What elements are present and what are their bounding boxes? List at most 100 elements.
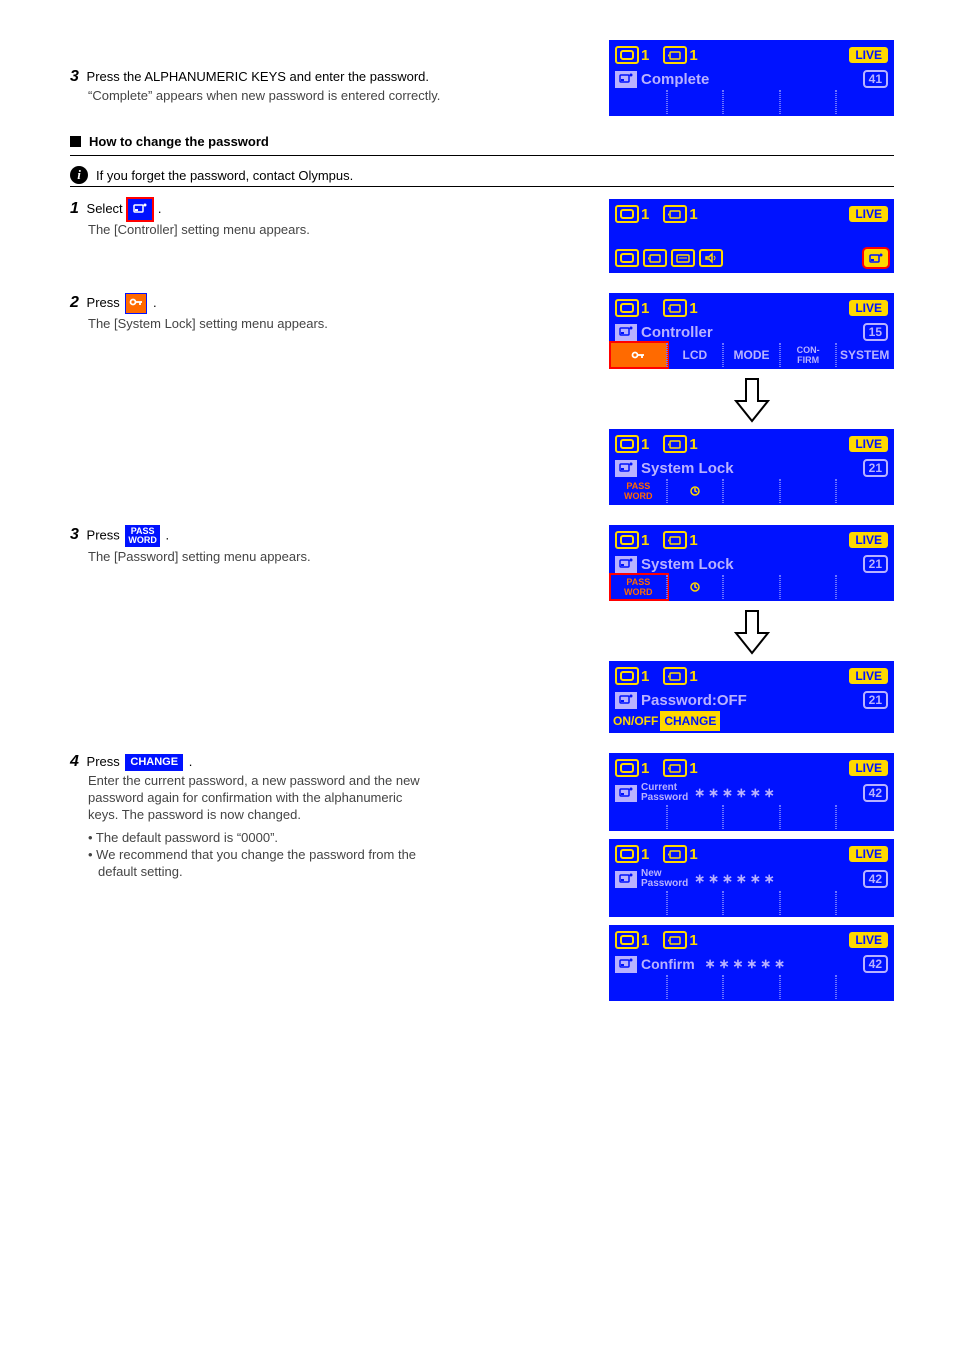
soft-onoff[interactable]: ON/OFF — [611, 711, 660, 731]
section-title: How to change the password — [89, 134, 269, 149]
lcd-title: System Lock — [641, 556, 734, 573]
display-num: 1 — [641, 47, 649, 64]
info-icon: i — [70, 166, 88, 184]
blank-soft — [836, 805, 892, 829]
soft-password[interactable]: PASSWORD — [611, 479, 667, 503]
tab-clip[interactable] — [643, 249, 667, 267]
blank-soft — [611, 805, 667, 829]
tab-keyboard[interactable] — [671, 249, 695, 267]
ctrl-icon — [615, 556, 637, 573]
note-default-pw: • The default password is “0000”. — [88, 830, 599, 845]
display-icon — [615, 759, 639, 777]
clip-icon — [663, 759, 687, 777]
blank-soft — [780, 90, 837, 114]
proc-sub: Enter the current password, a new passwo… — [88, 773, 599, 788]
clip-num: 1 — [689, 846, 697, 863]
display-num: 1 — [641, 932, 649, 949]
soft-clock[interactable] — [667, 479, 724, 503]
step-number: 3 — [70, 68, 79, 85]
clip-num: 1 — [689, 436, 697, 453]
proc-text: Press — [87, 295, 120, 310]
display-icon — [615, 205, 639, 223]
display-num: 1 — [641, 206, 649, 223]
tab-display[interactable] — [615, 249, 639, 267]
blank-soft — [836, 90, 892, 114]
blank-soft — [611, 975, 667, 999]
pw-label: CurrentPassword — [641, 783, 688, 803]
proc-text-end: . — [158, 201, 162, 216]
live-badge: LIVE — [849, 932, 888, 948]
display-icon — [615, 46, 639, 64]
password-softkey-icon[interactable]: PASSWORD — [125, 525, 160, 547]
change-softkey-icon[interactable]: CHANGE — [125, 754, 183, 771]
page-badge: 42 — [863, 955, 888, 973]
lcd-title: Password:OFF — [641, 692, 747, 709]
pw-value: ∗∗∗∗∗∗ — [694, 785, 777, 801]
tab-controller[interactable] — [864, 249, 888, 267]
blank-soft — [723, 805, 780, 829]
clip-num: 1 — [689, 300, 697, 317]
blank-soft — [780, 975, 837, 999]
blank-soft — [836, 891, 892, 915]
display-num: 1 — [641, 668, 649, 685]
blank-soft — [723, 479, 780, 503]
lcd-new-password: 1 1 LIVE NewPassword ∗∗∗∗∗∗ 42 — [609, 839, 894, 917]
blank-soft — [723, 90, 780, 114]
clip-icon — [663, 299, 687, 317]
soft-confirm[interactable]: CON-FIRM — [780, 343, 837, 367]
down-arrow-icon — [609, 609, 894, 655]
proc-text: Press — [87, 754, 120, 769]
soft-change[interactable]: CHANGE — [660, 711, 720, 731]
clip-icon — [663, 931, 687, 949]
lcd-title: Complete — [641, 71, 709, 88]
page-badge: 42 — [863, 784, 888, 802]
blank-soft — [836, 975, 892, 999]
blank-soft — [780, 891, 837, 915]
blank-soft — [780, 575, 837, 599]
page-badge: 21 — [863, 691, 888, 709]
lcd-title: System Lock — [641, 460, 734, 477]
clip-num: 1 — [689, 932, 697, 949]
clip-icon — [663, 531, 687, 549]
clip-num: 1 — [689, 668, 697, 685]
section-bullet — [70, 136, 81, 147]
proc-num: 1 — [70, 200, 79, 217]
blank-soft — [780, 805, 837, 829]
blank-soft — [667, 90, 724, 114]
lcd-tabs: 1 1 LIVE — [609, 199, 894, 273]
display-icon — [615, 299, 639, 317]
live-badge: LIVE — [849, 47, 888, 63]
proc-text-end: . — [189, 754, 193, 769]
lcd-complete: 1 1 LIVE Complete 41 — [609, 40, 894, 116]
soft-password-selected[interactable]: PASSWORD — [611, 575, 667, 599]
proc-sub: The [System Lock] setting menu appears. — [88, 316, 599, 331]
soft-mode[interactable]: MODE — [723, 343, 780, 367]
page-badge: 42 — [863, 870, 888, 888]
soft-key-lock[interactable] — [611, 343, 667, 367]
key-softkey-icon[interactable] — [125, 293, 147, 314]
blank-soft — [723, 891, 780, 915]
lcd-current-password: 1 1 LIVE CurrentPassword ∗∗∗∗∗∗ 42 — [609, 753, 894, 831]
pw-value: ∗∗∗∗∗∗ — [694, 871, 777, 887]
live-badge: LIVE — [849, 668, 888, 684]
clip-icon — [663, 667, 687, 685]
tab-speaker[interactable] — [699, 249, 723, 267]
display-icon — [615, 667, 639, 685]
blank-soft — [611, 90, 667, 114]
controller-tab-icon[interactable] — [128, 199, 152, 220]
display-num: 1 — [641, 300, 649, 317]
lcd-controller: 1 1 LIVE Controller 15 LCD MODE CON-FIRM… — [609, 293, 894, 369]
proc-sub: The [Password] setting menu appears. — [88, 549, 599, 564]
lcd-systemlock-2: 1 1 LIVE System Lock 21 PASSWORD — [609, 525, 894, 601]
soft-clock[interactable] — [667, 575, 724, 599]
ctrl-icon — [615, 324, 637, 341]
display-num: 1 — [641, 436, 649, 453]
info-note: If you forget the password, contact Olym… — [96, 168, 353, 183]
live-badge: LIVE — [849, 532, 888, 548]
clip-num: 1 — [689, 532, 697, 549]
proc-num: 4 — [70, 753, 79, 770]
display-num: 1 — [641, 532, 649, 549]
soft-system[interactable]: SYSTEM — [836, 343, 892, 367]
blank-soft — [667, 891, 724, 915]
soft-lcd[interactable]: LCD — [667, 343, 724, 367]
